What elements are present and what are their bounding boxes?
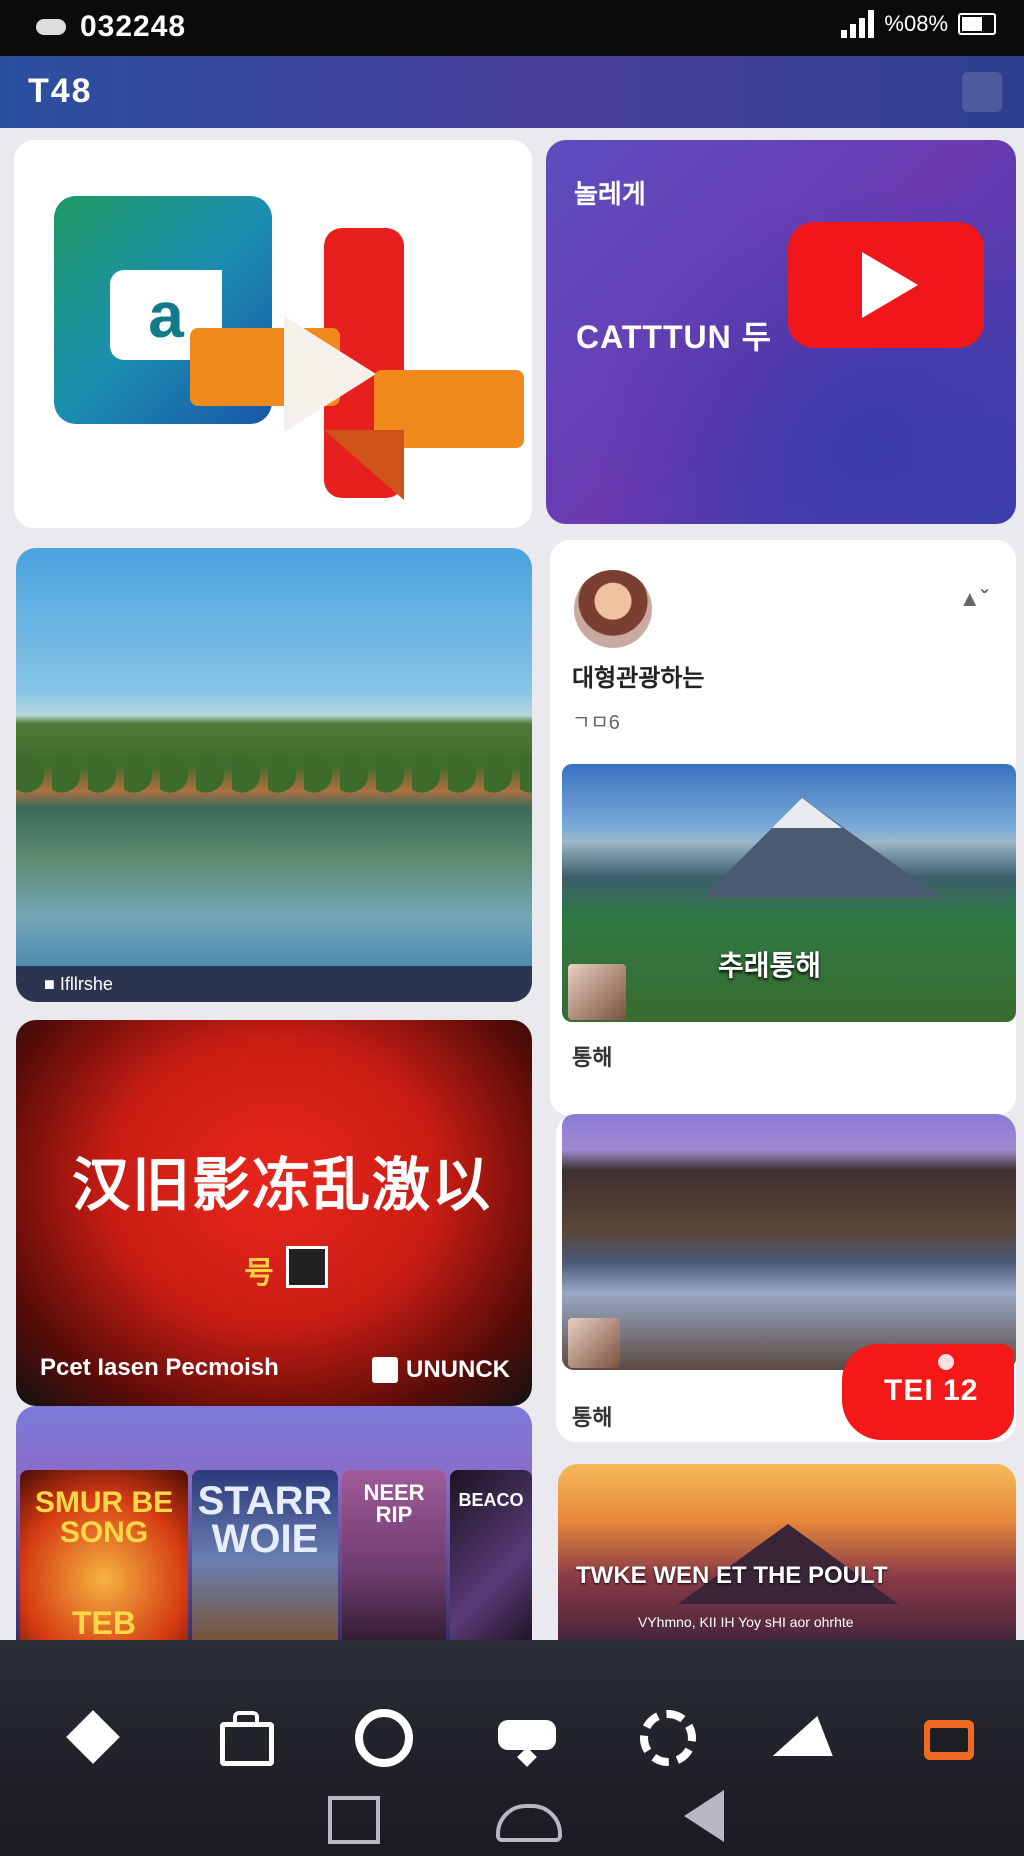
sunset-title: TWKE WEN ET THE POULT [576,1562,888,1589]
posters-card[interactable]: SMUR BE SONG TEB STARR WOIE NEER RIP BEA… [16,1406,532,1652]
home-button[interactable] [496,1790,562,1844]
grid-icon [372,1357,398,1383]
poster-thumbnail-title: STARR WOIE [197,1479,333,1561]
app-bar: T48 [0,56,1024,128]
evening-caption: 통해 [572,1405,613,1430]
poster-thumbnail[interactable]: BEACO [450,1470,532,1652]
diamond-icon[interactable] [62,1706,126,1770]
poster-title: 汉旧影冻乱激以 [72,1151,493,1219]
avatar[interactable] [574,570,652,648]
sunset-subtitle: VYhmno, KII IH Yoy sHI aor ohrhte [638,1614,854,1630]
youtube-icon [788,222,984,348]
thumbnail-avatar [568,964,626,1020]
poster-thumbnail-title: BEACO [458,1490,524,1510]
mountain-image[interactable]: 추래통해 [562,764,1016,1022]
status-time: 032248 [80,10,187,43]
badge-dot [938,1354,954,1370]
bottom-nav [0,1640,1024,1856]
snow-cap [772,798,842,828]
signal-icon [841,10,875,38]
evening-lake-image [562,1114,1016,1370]
gear-icon[interactable] [636,1706,700,1770]
post-author: 대형관광하는 [572,665,705,692]
notification-icon [36,19,66,35]
tree-line [16,744,532,804]
poster-thumbnail[interactable]: SMUR BE SONG TEB [20,1470,188,1652]
poster-footer-right-label: UNUNCK [406,1356,510,1383]
overview-button[interactable] [320,1790,380,1844]
status-bar: 032248 %08% [0,0,1024,56]
logo-card[interactable]: a [14,140,532,528]
poster-thumbnail-badge: TEB [72,1605,136,1641]
play-icon [284,316,376,432]
image-overlay-text: 추래통해 [718,950,822,981]
youtube-card-label: 놀레게 [574,179,646,209]
battery-icon [958,13,996,35]
thumbnail-avatar [568,1318,620,1368]
poster-footer-right: UNUNCK [372,1356,510,1384]
lake-card[interactable]: ■ Ifllrshe [16,548,532,1002]
poster-footer-left: Pcet Iasen Pecmoish [40,1354,279,1381]
youtube-card-title: CATTTUN 두 [576,319,773,355]
cross-logo-fold [324,430,404,500]
back-button[interactable] [676,1790,736,1844]
poster-tag-icon [286,1246,328,1288]
poster-thumbnail[interactable]: NEER RIP [342,1470,446,1652]
folder-icon[interactable] [918,1706,982,1770]
app-title: T48 [28,72,93,110]
more-options-button[interactable]: ▲ˇ [959,586,988,612]
post-meta: ㄱㅁ6 [572,712,620,734]
circle-icon[interactable] [352,1706,416,1770]
poster-card[interactable]: 汉旧影冻乱激以 号 Pcet Iasen Pecmoish UNUNCK [16,1020,532,1406]
post-caption: 통해 [572,1045,613,1070]
notification-badge[interactable]: TEI 12 [842,1344,1014,1440]
sunset-card[interactable]: TWKE WEN ET THE POULT VYhmno, KII IH Yoy… [558,1464,1016,1652]
poster-tag: 号 [244,1257,274,1290]
status-right-text: %08% [884,11,948,36]
badge-label: TEI 12 [884,1374,979,1407]
lake-caption: ■ Ifllrshe [16,966,532,1002]
post-card[interactable]: ▲ˇ 대형관광하는 ㄱㅁ6 추래통해 통해 [550,540,1016,1116]
poster-thumbnail[interactable]: STARR WOIE [192,1470,338,1652]
playstation-icon[interactable] [772,1706,848,1770]
bag-icon[interactable] [214,1706,278,1770]
gamepad-icon[interactable] [496,1706,560,1770]
poster-thumbnail-title: NEER RIP [363,1480,425,1527]
youtube-card[interactable]: 놀레게 CATTTUN 두 [546,140,1016,524]
poster-thumbnail-title: SMUR BE SONG [34,1486,174,1549]
menu-icon[interactable] [962,72,1002,112]
